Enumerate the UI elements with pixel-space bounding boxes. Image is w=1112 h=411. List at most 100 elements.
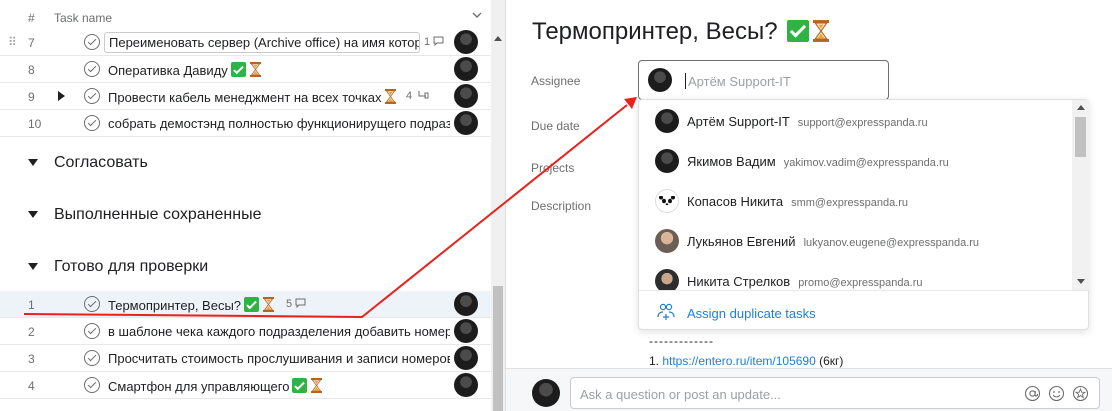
check-circle-icon[interactable] [84,350,100,366]
task-row[interactable]: 2 в шаблоне чека каждого подразделения д… [0,318,491,345]
avatar[interactable] [454,57,478,81]
assignee-option[interactable]: Якимов Вадим yakimov.vadim@expresspanda.r… [639,141,1072,181]
task-name[interactable]: собрать демостэнд полностью функционирущ… [108,116,450,131]
star-icon[interactable] [1072,385,1089,402]
task-row[interactable]: 10 собрать демостэнд полностью функциони… [0,110,491,137]
task-list-scrollbar[interactable] [491,0,505,411]
option-email: yakimov.vadim@expresspanda.ru [783,157,949,169]
task-name[interactable]: Оперативка Давиду [108,62,261,78]
assignee-option[interactable]: Артём Support-IT support@expresspanda.ru [639,101,1072,141]
emoji-icon[interactable] [1048,385,1065,402]
check-mark-emoji-icon [230,62,246,77]
scrollbar-thumb[interactable] [493,286,503,411]
column-number-header: # [28,11,35,25]
assignee-option[interactable]: Копасов Никита smm@expresspanda.ru [639,181,1072,221]
task-list-panel: # Task name ⠿ 7 Переименовать сервер (Ar… [0,0,491,411]
task-name[interactable]: Термопринтер, Весы? [108,297,275,313]
check-circle-icon[interactable] [84,296,100,312]
avatar[interactable] [454,30,478,54]
task-row[interactable]: 4 Смартфон для управляющего [0,372,491,399]
subtask-count[interactable]: 4 [406,90,429,102]
collapse-section-icon[interactable] [28,263,38,270]
avatar[interactable] [454,84,478,108]
subtask-count-value: 4 [406,90,413,102]
description-line: 1. https://entero.ru/item/105690 (6кг) [649,354,843,368]
option-email: lukyanov.eugene@expresspanda.ru [803,237,980,249]
check-circle-icon[interactable] [84,34,100,50]
section-header[interactable]: Готово для проверки [0,252,491,282]
collapse-section-icon[interactable] [28,159,38,166]
avatar [655,229,679,253]
column-task-name-header: Task name [54,11,113,25]
section-header[interactable]: Выполненные сохраненные [0,200,491,230]
dropdown-scrollbar[interactable] [1072,100,1089,290]
scroll-down-arrow-icon[interactable] [1077,279,1085,284]
check-circle-icon[interactable] [84,61,100,77]
chevron-down-icon[interactable] [470,8,484,22]
section-title: Выполненные сохраненные [54,206,262,223]
task-row-selected[interactable]: 1 Термопринтер, Весы? 5 [0,291,491,318]
mention-icon[interactable] [1024,385,1041,402]
task-name[interactable]: Провести кабель менеджмент на всех точка… [108,89,397,105]
check-mark-emoji-icon [244,297,260,312]
avatar[interactable] [454,373,478,397]
task-name[interactable]: Смартфон для управляющего [108,378,323,394]
section-header[interactable]: Согласовать [0,148,491,178]
assign-duplicate-label: Assign duplicate tasks [687,306,816,321]
task-title-text[interactable]: Термопринтер, Весы? [532,18,778,45]
avatar[interactable] [454,111,478,135]
avatar[interactable] [454,346,478,370]
list-number: 1. [649,354,663,368]
avatar[interactable] [454,319,478,343]
assignee-dropdown: Артём Support-IT support@expresspanda.ru … [638,99,1090,330]
scroll-up-arrow-icon[interactable] [494,36,502,41]
comment-count[interactable]: 5 [286,298,306,310]
section-title: Готово для проверки [54,258,209,275]
check-mark-emoji-icon [292,378,308,393]
task-row[interactable]: 9 Провести кабель менеджмент на всех точ… [0,83,491,110]
comment-input[interactable]: Ask a question or post an update... [570,377,1100,409]
assignee-input[interactable]: Артём Support-IT [638,60,889,100]
hourglass-icon [263,297,275,312]
avatar [655,189,679,213]
assignee-option[interactable]: Никита Стрелков promo@expresspanda.ru [639,261,1072,290]
hourglass-icon [249,62,261,77]
task-name[interactable]: Просчитать стоимость прослушивания и зап… [108,351,450,366]
scroll-up-arrow-icon[interactable] [1077,105,1085,110]
task-number: 4 [28,379,35,393]
comment-count[interactable]: 1 [424,36,444,48]
option-name: Якимов Вадим [687,154,776,169]
avatar [532,379,560,407]
task-number: 7 [28,36,35,50]
task-name-text: Оперативка Давиду [108,63,228,78]
check-circle-icon[interactable] [84,115,100,131]
task-number: 3 [28,352,35,366]
task-list-header: # Task name [0,0,491,32]
expand-subtasks-icon[interactable] [58,91,65,101]
divider [639,290,1090,291]
avatar[interactable] [454,292,478,316]
drag-handle-icon[interactable]: ⠿ [8,35,17,49]
option-name: Никита Стрелков [687,274,791,289]
assignee-option[interactable]: Лукьянов Евгений lukyanov.eugene@expressp… [639,221,1072,261]
subtask-icon [418,91,429,99]
task-name-input[interactable]: Переименовать сервер (Archive office) на… [104,32,420,53]
section-title: Согласовать [54,154,148,171]
option-name: Копасов Никита [687,194,784,209]
scrollbar-thumb[interactable] [1075,117,1086,157]
collapse-section-icon[interactable] [28,211,38,218]
text-caret [685,73,686,89]
description-link[interactable]: https://entero.ru/item/105690 [662,354,815,368]
check-circle-icon[interactable] [84,323,100,339]
task-row[interactable]: ⠿ 7 Переименовать сервер (Archive office… [0,29,491,56]
check-circle-icon[interactable] [84,377,100,393]
option-name: Артём Support-IT [687,114,790,129]
task-row[interactable]: 8 Оперативка Давиду [0,56,491,83]
task-name[interactable]: в шаблоне чека каждого подразделения доб… [108,324,450,339]
avatar [655,269,679,290]
task-name-text: Термопринтер, Весы? [108,298,242,313]
check-circle-icon[interactable] [84,88,100,104]
task-title[interactable]: Термопринтер, Весы? [532,18,830,46]
task-number: 9 [28,90,35,104]
task-row[interactable]: 3 Просчитать стоимость прослушивания и з… [0,345,491,372]
